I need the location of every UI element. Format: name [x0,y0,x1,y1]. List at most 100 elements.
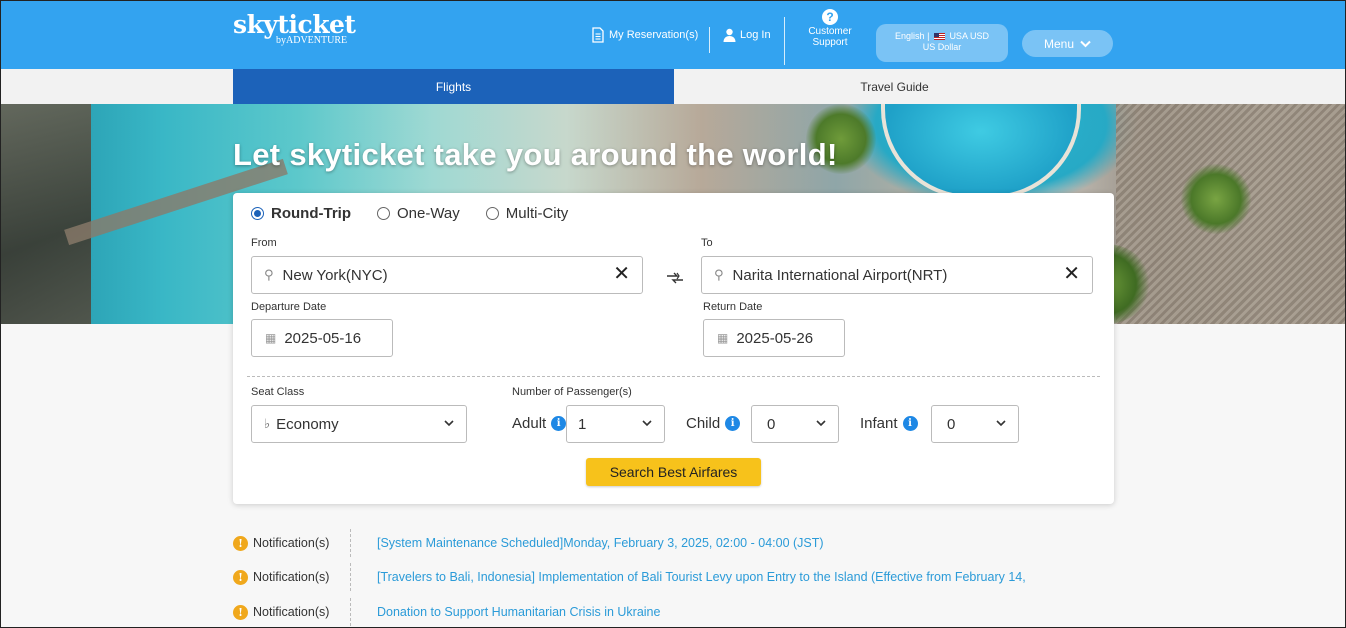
infant-count-select[interactable]: 0 [931,405,1019,443]
child-count-select[interactable]: 0 [751,405,839,443]
page: skyticket byADVENTURE My Reservation(s) … [0,0,1346,628]
form-divider [247,376,1100,377]
departure-date-input[interactable]: ▦ 2025-05-16 [251,319,393,357]
radio-unchecked-icon [376,207,390,220]
notification-item: ! Notification(s) Donation to Support Hu… [233,598,660,626]
my-reservations-label: My Reservation(s) [609,29,699,41]
swap-airports-icon[interactable] [663,270,687,290]
to-label: To [701,237,713,249]
chevron-down-icon [1080,40,1091,47]
menu-button[interactable]: Menu [1022,30,1113,57]
notification-divider [350,529,351,557]
notification-item: ! Notification(s) [System Maintenance Sc… [233,529,824,557]
warning-icon: ! [233,535,248,551]
my-reservations-link[interactable]: My Reservation(s) [591,1,698,69]
departure-date-label: Departure Date [251,301,327,313]
hero-title: Let skyticket take you around the world! [233,137,838,172]
return-date-input[interactable]: ▦ 2025-05-26 [703,319,845,357]
adult-count-select[interactable]: 1 [566,405,665,443]
tab-travel-guide[interactable]: Travel Guide [674,69,1115,104]
multi-city-radio[interactable]: Multi-City [485,205,569,222]
us-flag-icon [933,33,945,41]
radio-checked-icon [251,207,264,220]
to-input[interactable]: ⚲ Narita International Airport(NRT) ✕ [701,256,1093,294]
passengers-label: Number of Passenger(s) [512,386,632,398]
adult-label: Adult [512,415,547,432]
logo[interactable]: skyticket byADVENTURE [233,11,356,46]
notification-divider [350,563,351,591]
header-divider [784,17,785,65]
infant-label: Infant [860,415,898,432]
departure-date-value: 2025-05-16 [284,329,362,347]
one-way-radio[interactable]: One-Way [376,205,460,222]
notification-link[interactable]: Donation to Support Humanitarian Crisis … [377,605,660,619]
round-trip-label: Round-Trip [271,205,351,222]
seat-class-label: Seat Class [251,386,305,398]
chevron-down-icon [444,415,454,430]
support-label-line2: Support [812,37,848,48]
child-label-group: Child i [686,415,741,432]
currency-name: US Dollar [922,42,962,52]
seat-class-value: Economy [276,415,339,433]
header-divider [709,27,710,53]
support-label-line1: Customer [808,26,852,37]
language-label: English | [895,31,930,41]
from-input[interactable]: ⚲ New York(NYC) ✕ [251,256,643,294]
site-header: skyticket byADVENTURE My Reservation(s) … [1,1,1345,69]
infant-count-value: 0 [947,415,956,433]
chevron-down-icon [816,415,826,430]
clear-from-icon[interactable]: ✕ [613,264,630,284]
search-best-airfares-button[interactable]: Search Best Airfares [586,458,761,486]
notification-divider [350,598,351,626]
hero-decor [1181,164,1251,234]
chevron-down-icon [642,415,652,430]
from-value: New York(NYC) [282,266,388,284]
menu-label: Menu [1043,36,1075,51]
adult-count-value: 1 [578,415,587,433]
notification-item: ! Notification(s) [Travelers to Bali, In… [233,563,1026,591]
log-in-link[interactable]: Log In [723,1,771,69]
calendar-icon: ▦ [717,331,729,345]
tab-bar: Flights Travel Guide [1,69,1345,104]
user-icon [723,28,736,42]
notification-tag: Notification(s) [253,536,330,550]
calendar-icon: ▦ [265,331,277,345]
location-pin-icon: ⚲ [714,267,724,282]
question-icon: ? [822,9,838,25]
chevron-down-icon [996,415,1006,430]
logo-subtext: byADVENTURE [276,35,348,46]
notification-tag: Notification(s) [253,570,330,584]
clear-to-icon[interactable]: ✕ [1063,264,1080,284]
notification-tag: Notification(s) [253,605,330,619]
seat-class-select[interactable]: ♭ Economy [251,405,467,443]
one-way-label: One-Way [396,205,460,222]
return-date-value: 2025-05-26 [736,329,814,347]
customer-support-link[interactable]: ? Customer Support [799,9,861,48]
notification-link[interactable]: [System Maintenance Scheduled]Monday, Fe… [377,536,824,550]
tab-flights[interactable]: Flights [233,69,674,104]
location-pin-icon: ⚲ [264,267,274,282]
warning-icon: ! [233,604,248,620]
seat-icon: ♭ [264,416,271,431]
multi-city-label: Multi-City [505,205,569,222]
warning-icon: ! [233,569,248,585]
child-count-value: 0 [767,415,776,433]
notification-link[interactable]: [Travelers to Bali, Indonesia] Implement… [377,570,1026,584]
from-label: From [251,237,277,249]
flight-search-form: Round-Trip One-Way Multi-City From ⚲ New… [233,193,1114,504]
document-icon [592,27,604,43]
round-trip-radio[interactable]: Round-Trip [251,205,351,222]
currency-code: USA USD [949,31,989,41]
radio-unchecked-icon [485,207,499,220]
return-date-label: Return Date [703,301,763,313]
info-icon[interactable]: i [725,416,741,431]
to-value: Narita International Airport(NRT) [732,266,948,284]
info-icon[interactable]: i [902,416,918,431]
infant-label-group: Infant i [860,415,918,432]
info-icon[interactable]: i [551,416,567,431]
language-currency-button[interactable]: English | USA USD US Dollar [876,24,1008,62]
trip-type-group: Round-Trip One-Way Multi-City [251,205,594,222]
child-label: Child [686,415,721,432]
adult-label-group: Adult i [512,415,567,432]
log-in-label: Log In [740,29,771,41]
